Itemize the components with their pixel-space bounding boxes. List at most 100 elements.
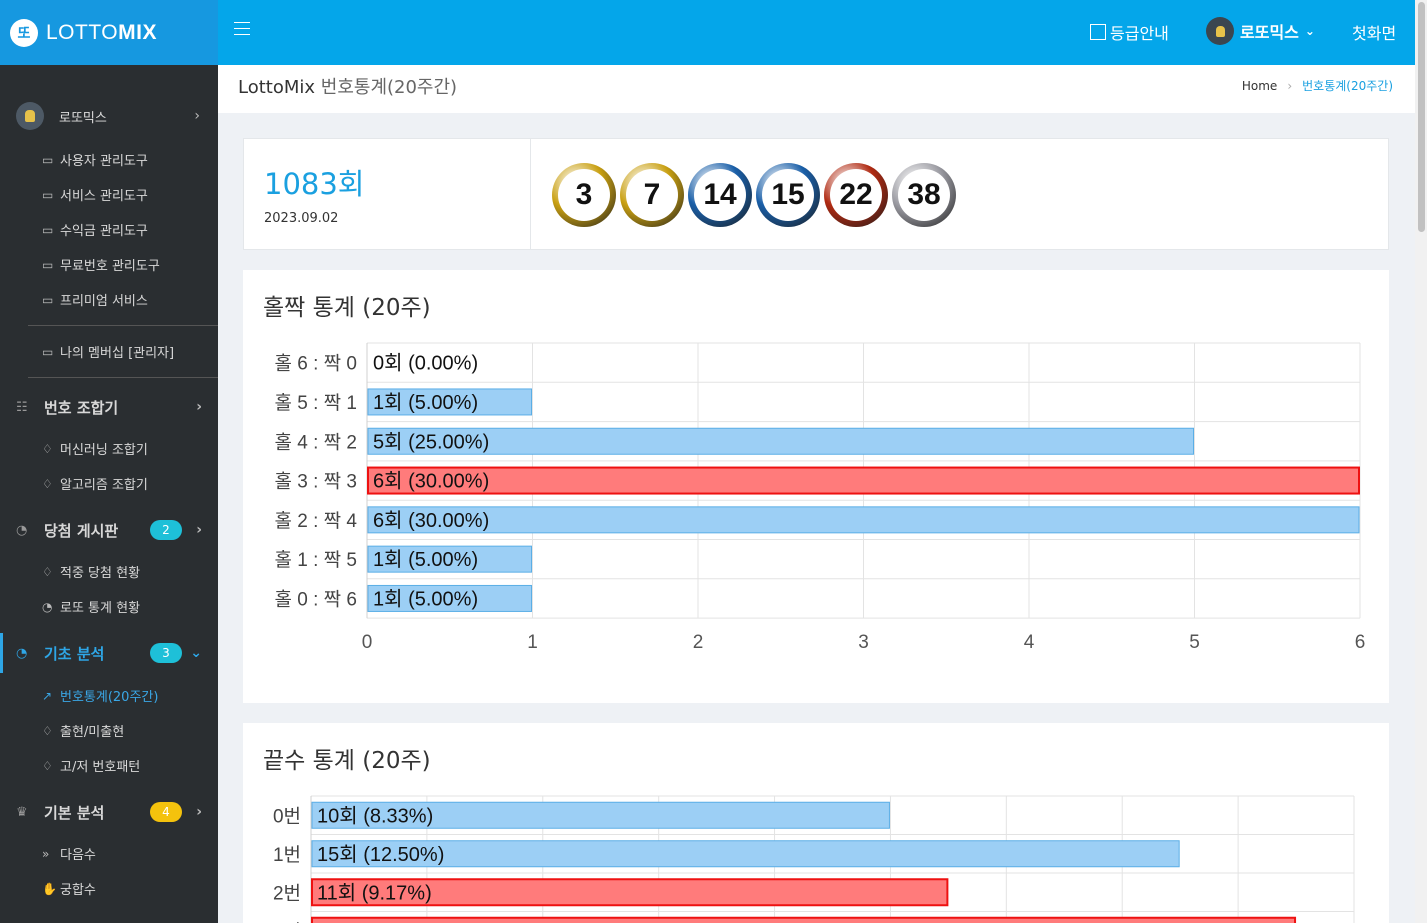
chevron-right-icon: ›: [1287, 78, 1293, 93]
sidebar-item-label: 고/저 번호패턴: [60, 760, 141, 775]
sidebar-item-service-admin[interactable]: ▭ 서비스 관리도구: [42, 185, 148, 205]
last-digit-chart: 0번 10회 (8.33%) 1번 15회 (12.50%) 2번 11회 (9.17%)…: [273, 795, 1355, 923]
category-label: 0번: [273, 805, 301, 827]
sidebar-item-appearance[interactable]: ♢ 출현/미출현: [42, 721, 125, 741]
sidebar-item-ml-combiner[interactable]: ♢ 머신러닝 조합기: [42, 439, 148, 459]
sidebar-section-board[interactable]: ◔ 당첨 게시판 2 ›: [16, 515, 206, 545]
data-label: 6회 (30.00%): [373, 509, 489, 532]
brand-name-light: LOTTO: [46, 20, 119, 44]
data-label: 11회 (9.17%): [317, 881, 432, 904]
category-label: 홀 0 : 짝 6: [275, 588, 358, 610]
sidebar-item-compatibility[interactable]: ✋ 궁합수: [42, 879, 96, 899]
sidebar-item-label: 사용자 관리도구: [60, 154, 148, 169]
chevron-right-icon: ›: [196, 522, 202, 538]
double-chevron-icon: »: [42, 846, 50, 861]
menu-icon[interactable]: [234, 22, 250, 40]
x-tick-label: 4: [1024, 632, 1035, 653]
category-label: 홀 3 : 짝 3: [275, 471, 358, 493]
sidebar-item-user-admin[interactable]: ▭ 사용자 관리도구: [42, 150, 148, 170]
sidebar-item-label: 수익금 관리도구: [60, 224, 148, 239]
sidebar-item-label: 적중 당첨 현황: [60, 566, 141, 581]
bar: [367, 506, 1360, 534]
bar: [311, 916, 1297, 923]
sidebar-item-hit-status[interactable]: ♢ 적중 당첨 현황: [42, 562, 141, 582]
sidebar-section-basic-analysis[interactable]: ◔ 기초 분석 3 ⌄: [16, 638, 206, 668]
sidebar-item-label: 나의 멤버십 [관리자]: [60, 346, 175, 361]
brand-name-bold: MIX: [118, 20, 157, 44]
draw-info: 1083회 2023.09.02: [244, 139, 531, 249]
brand-logo[interactable]: 또 LOTTOMIX: [0, 0, 218, 65]
lotto-ball-number: 14: [694, 169, 746, 221]
bar: [367, 466, 1360, 495]
sidebar-item-label: 무료번호 관리도구: [60, 259, 160, 274]
sidebar-item-algo-combiner[interactable]: ♢ 알고리즘 조합기: [42, 474, 148, 494]
chevron-down-icon: ⌄: [1304, 24, 1315, 38]
x-tick-label: 1: [527, 632, 538, 653]
bulb-icon: ♢: [42, 723, 53, 738]
sidebar-section-label: 당첨 게시판: [44, 521, 119, 540]
sidebar-item-label: 머신러닝 조합기: [60, 443, 148, 458]
sidebar-item-label: 서비스 관리도구: [60, 189, 148, 204]
lotto-ball-number: 22: [830, 169, 882, 221]
category-label: 홀 1 : 짝 5: [275, 549, 358, 571]
sidebar-item-label: 궁합수: [60, 883, 96, 898]
sidebar-section-combiner[interactable]: ☷ 번호 조합기 ›: [16, 392, 206, 422]
sidebar-user-name: 로또믹스: [59, 110, 107, 126]
data-label: 1회 (5.00%): [373, 391, 478, 414]
avatar: [1206, 17, 1234, 45]
sidebar-user[interactable]: 로또믹스 ›: [16, 100, 206, 132]
category-label: 2번: [273, 882, 301, 904]
last-digit-card: 끝수 통계 (20주) 0번 10회 (8.33%) 1번 15회 (12.50%) 2…: [243, 723, 1389, 923]
sidebar-section-label: 기초 분석: [44, 644, 105, 663]
chevron-right-icon: ›: [196, 399, 202, 415]
sidebar-item-label: 프리미엄 서비스: [60, 294, 148, 309]
x-tick-label: 5: [1189, 632, 1200, 653]
sidebar-item-premium[interactable]: ▭ 프리미엄 서비스: [42, 290, 148, 310]
count-badge: 2: [150, 520, 182, 540]
sidebar-item-membership[interactable]: ▭ 나의 멤버십 [관리자]: [42, 342, 175, 362]
user-name: 로또믹스: [1240, 23, 1299, 42]
lotto-ball: 15: [756, 163, 820, 227]
gauge-icon: ◔: [16, 645, 28, 661]
user-menu[interactable]: 로또믹스 ⌄: [1206, 17, 1315, 45]
winning-balls: 3 7 14 15 22 38: [552, 163, 960, 227]
sidebar-item-revenue-admin[interactable]: ▭ 수익금 관리도구: [42, 220, 148, 240]
sidebar-item-label: 알고리즘 조합기: [60, 478, 148, 493]
bulb-icon: ♢: [42, 758, 53, 773]
scrollbar[interactable]: [1415, 0, 1427, 923]
crown-icon: ♛: [16, 804, 28, 820]
lotto-ball: 14: [688, 163, 752, 227]
sidebar-item-label: 출현/미출현: [60, 725, 125, 740]
sidebar-section-base-analysis[interactable]: ♛ 기본 분석 4 ›: [16, 797, 206, 827]
active-indicator: [0, 633, 3, 673]
sidebar-item-number-stats[interactable]: ↗ 번호통계(20주간): [42, 686, 158, 706]
list-icon: ☷: [16, 399, 28, 415]
category-label: 1번: [273, 844, 301, 866]
sidebar-section-label: 번호 조합기: [44, 398, 119, 417]
sidebar-item-next-number[interactable]: » 다음수: [42, 844, 96, 864]
sidebar-item-high-low[interactable]: ♢ 고/저 번호패턴: [42, 756, 141, 776]
lotto-ball-number: 15: [762, 169, 814, 221]
category-label: 홀 2 : 짝 4: [275, 510, 358, 532]
data-label: 1회 (5.00%): [373, 548, 478, 571]
gauge-icon: ◔: [42, 599, 53, 614]
data-label: 5회 (25.00%): [373, 430, 489, 453]
page-title-main: LottoMix: [238, 77, 316, 98]
breadcrumb-home[interactable]: Home: [1242, 79, 1277, 93]
bulb-icon: ♢: [42, 564, 53, 579]
breadcrumb-current: 번호통계(20주간): [1302, 79, 1393, 93]
sidebar-item-lotto-stats[interactable]: ◔ 로또 통계 현황: [42, 597, 140, 617]
data-label: 10회 (8.33%): [317, 804, 433, 827]
odd-even-card: 홀짝 통계 (20주) 홀 6 : 짝 0 0회 (0.00%) 홀 5 : 짝 1…: [243, 270, 1389, 703]
home-link[interactable]: 첫화면: [1352, 20, 1396, 44]
square-icon: [1090, 24, 1106, 40]
chevron-right-icon: ›: [196, 804, 202, 820]
sidebar-item-free-number-admin[interactable]: ▭ 무료번호 관리도구: [42, 255, 160, 275]
window-icon: ▭: [42, 257, 54, 272]
data-label: 0회 (0.00%): [373, 352, 478, 375]
brand-name: LOTTOMIX: [46, 21, 157, 45]
grade-guide-link[interactable]: 등급안내: [1090, 20, 1169, 44]
scrollbar-thumb[interactable]: [1418, 2, 1425, 232]
data-label: 1회 (5.00%): [373, 587, 478, 610]
sidebar-section-label: 기본 분석: [44, 803, 105, 822]
